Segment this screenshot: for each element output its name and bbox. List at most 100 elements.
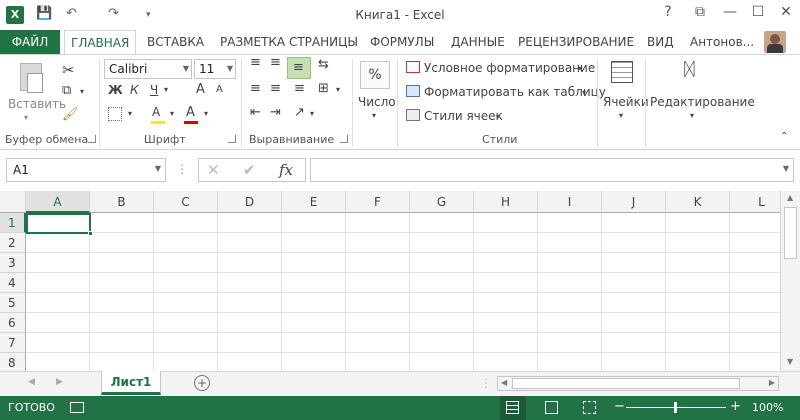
column-header-j[interactable]: J bbox=[602, 191, 666, 213]
conditional-dropdown-icon[interactable]: ▾ bbox=[578, 64, 582, 73]
row-header-1[interactable]: 1 bbox=[0, 213, 26, 233]
cells-icon[interactable] bbox=[611, 61, 633, 83]
cut-icon[interactable]: ✂ bbox=[62, 61, 75, 79]
number-format-button[interactable]: % bbox=[360, 61, 390, 89]
select-all-corner[interactable] bbox=[0, 191, 26, 213]
cells-dropdown-icon[interactable]: ▾ bbox=[619, 111, 623, 120]
font-launcher-icon[interactable] bbox=[228, 135, 236, 143]
tab-page-layout[interactable]: РАЗМЕТКА СТРАНИЦЫ bbox=[220, 30, 358, 54]
tab-view[interactable]: ВИД bbox=[647, 30, 674, 54]
horizontal-scrollbar[interactable]: ◀ ▶ bbox=[497, 376, 779, 391]
merge-center-icon[interactable]: ⊞ bbox=[318, 81, 329, 96]
paste-icon[interactable] bbox=[16, 61, 46, 95]
collapse-ribbon-icon[interactable]: ⌃ bbox=[780, 131, 788, 142]
minimize-button[interactable]: — bbox=[718, 4, 742, 20]
zoom-slider-thumb[interactable] bbox=[674, 402, 677, 413]
column-header-e[interactable]: E bbox=[282, 191, 346, 213]
column-header-h[interactable]: H bbox=[474, 191, 538, 213]
horizontal-scroll-thumb[interactable] bbox=[512, 378, 740, 389]
tab-file[interactable]: ФАЙЛ bbox=[0, 30, 60, 54]
column-header-g[interactable]: G bbox=[410, 191, 474, 213]
scroll-right-icon[interactable]: ▶ bbox=[769, 378, 775, 387]
copy-dropdown-icon[interactable]: ▾ bbox=[80, 87, 84, 96]
row-header-4[interactable]: 4 bbox=[0, 273, 26, 293]
fill-color-button[interactable]: A bbox=[152, 105, 160, 119]
tab-insert[interactable]: ВСТАВКА bbox=[147, 30, 204, 54]
font-name-combo[interactable]: Calibri ▼ bbox=[104, 59, 192, 79]
column-header-f[interactable]: F bbox=[346, 191, 410, 213]
align-center-icon[interactable]: ≡ bbox=[270, 81, 281, 96]
conditional-format-button[interactable]: Условное форматирование bbox=[424, 61, 595, 75]
editing-button-label[interactable]: Редактирование bbox=[650, 95, 755, 109]
insert-function-button[interactable]: fx bbox=[279, 161, 293, 179]
next-sheet-icon[interactable]: ▶ bbox=[56, 377, 63, 387]
ribbon-display-options-icon[interactable]: ⧉ bbox=[688, 4, 712, 20]
expand-formula-icon[interactable]: ▼ bbox=[783, 164, 789, 173]
align-middle-icon[interactable]: ≡ bbox=[270, 56, 281, 69]
column-header-l[interactable]: L bbox=[730, 191, 780, 213]
italic-button[interactable]: К bbox=[130, 83, 139, 97]
prev-sheet-icon[interactable]: ◀ bbox=[28, 377, 35, 387]
orientation-dropdown-icon[interactable]: ▾ bbox=[310, 109, 314, 118]
name-box[interactable]: A1 ▼ bbox=[6, 158, 166, 182]
editing-dropdown-icon[interactable]: ▾ bbox=[690, 111, 694, 120]
font-color-button[interactable]: A bbox=[186, 105, 195, 120]
scroll-down-icon[interactable]: ▼ bbox=[787, 357, 793, 366]
column-header-b[interactable]: B bbox=[90, 191, 154, 213]
align-top-icon[interactable]: ≡ bbox=[250, 56, 261, 69]
number-button-label[interactable]: Число bbox=[358, 95, 396, 109]
user-name[interactable]: Антонов... bbox=[690, 30, 754, 54]
alignment-launcher-icon[interactable] bbox=[340, 135, 348, 143]
decrease-indent-icon[interactable]: ⇤ bbox=[250, 105, 261, 120]
column-header-c[interactable]: C bbox=[154, 191, 218, 213]
close-button[interactable]: ✕ bbox=[774, 4, 798, 20]
chevron-down-icon[interactable]: ▼ bbox=[155, 164, 161, 173]
tab-formulas[interactable]: ФОРМУЛЫ bbox=[370, 30, 434, 54]
cells-button-label[interactable]: Ячейки bbox=[603, 95, 649, 109]
scroll-up-icon[interactable]: ▲ bbox=[787, 193, 793, 202]
shrink-font-button[interactable]: A bbox=[216, 84, 223, 95]
avatar[interactable] bbox=[764, 31, 786, 53]
as-table-dropdown-icon[interactable]: ▾ bbox=[582, 88, 586, 97]
zoom-out-button[interactable]: − bbox=[614, 399, 625, 414]
active-cell[interactable] bbox=[26, 213, 91, 234]
restore-button[interactable]: ☐ bbox=[746, 4, 770, 20]
help-button[interactable]: ? bbox=[656, 4, 680, 20]
zoom-in-button[interactable]: + bbox=[730, 399, 741, 414]
column-header-a[interactable]: A bbox=[26, 191, 90, 213]
cancel-formula-button[interactable]: ✕ bbox=[207, 161, 220, 179]
page-layout-view-button[interactable] bbox=[545, 401, 558, 414]
format-as-table-button[interactable]: Форматировать как таблицу bbox=[424, 85, 606, 99]
row-header-7[interactable]: 7 bbox=[0, 333, 26, 353]
bold-button[interactable]: Ж bbox=[108, 83, 123, 97]
copy-icon[interactable]: ⧉ bbox=[62, 83, 71, 98]
add-sheet-button[interactable]: + bbox=[194, 375, 210, 391]
macro-record-icon[interactable] bbox=[70, 402, 84, 413]
column-header-k[interactable]: K bbox=[666, 191, 730, 213]
row-header-5[interactable]: 5 bbox=[0, 293, 26, 313]
fill-handle[interactable] bbox=[88, 231, 93, 236]
font-color-dropdown-icon[interactable]: ▾ bbox=[204, 109, 208, 118]
borders-dropdown-icon[interactable]: ▾ bbox=[128, 109, 132, 118]
tab-split-icon[interactable]: ⋮ bbox=[480, 376, 492, 390]
column-header-i[interactable]: I bbox=[538, 191, 602, 213]
grow-font-button[interactable]: A bbox=[196, 82, 205, 97]
increase-indent-icon[interactable]: ⇥ bbox=[270, 105, 281, 120]
borders-icon[interactable] bbox=[108, 107, 122, 121]
enter-formula-button[interactable]: ✔ bbox=[243, 161, 256, 179]
row-header-3[interactable]: 3 bbox=[0, 253, 26, 273]
orientation-icon[interactable]: ↗ bbox=[294, 105, 305, 120]
cell-styles-dropdown-icon[interactable]: ▾ bbox=[496, 112, 500, 121]
merge-dropdown-icon[interactable]: ▾ bbox=[336, 85, 340, 94]
fill-dropdown-icon[interactable]: ▾ bbox=[170, 109, 174, 118]
vertical-scrollbar[interactable]: ▲ ▼ bbox=[780, 191, 800, 371]
normal-view-button[interactable] bbox=[500, 396, 526, 420]
tab-review[interactable]: РЕЦЕНЗИРОВАНИЕ bbox=[518, 30, 634, 54]
cell-styles-button[interactable]: Стили ячеек bbox=[424, 109, 503, 123]
paste-button-label[interactable]: Вставить bbox=[8, 97, 66, 111]
clipboard-launcher-icon[interactable] bbox=[88, 135, 96, 143]
tab-home[interactable]: ГЛАВНАЯ bbox=[64, 30, 137, 55]
underline-button[interactable]: Ч bbox=[150, 83, 158, 97]
row-header-2[interactable]: 2 bbox=[0, 233, 26, 253]
paste-dropdown-icon[interactable]: ▾ bbox=[24, 113, 28, 122]
